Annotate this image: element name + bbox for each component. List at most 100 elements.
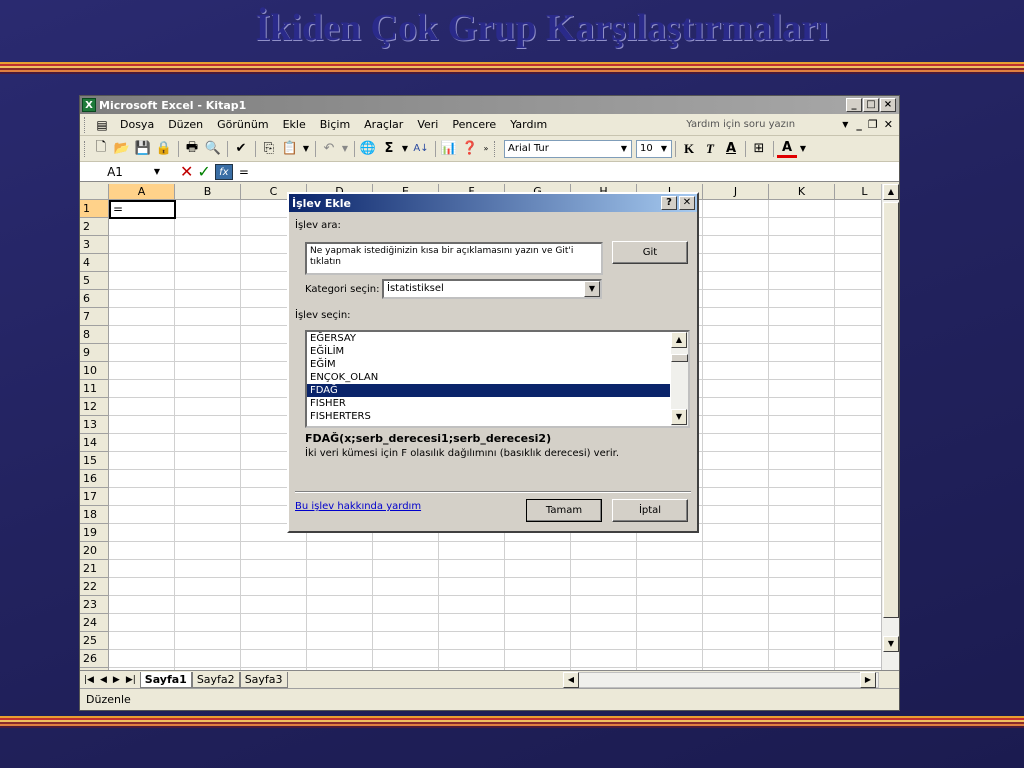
column-header[interactable]: B: [175, 184, 241, 200]
close-button[interactable]: ×: [880, 98, 896, 112]
font-color-button[interactable]: A: [777, 140, 797, 158]
font-size-combo[interactable]: 10 ▼: [636, 139, 672, 158]
copy-icon[interactable]: ⎘: [259, 139, 279, 159]
category-dropdown-icon[interactable]: ▼: [584, 281, 600, 297]
toolbar-options-icon[interactable]: »: [481, 139, 491, 159]
column-header[interactable]: J: [703, 184, 769, 200]
menu-ekle[interactable]: Ekle: [276, 118, 313, 131]
row-header[interactable]: 16: [80, 470, 109, 488]
row-header[interactable]: 18: [80, 506, 109, 524]
next-sheet-icon[interactable]: ▶: [113, 675, 120, 685]
menu-duzen[interactable]: Düzen: [161, 118, 210, 131]
first-sheet-icon[interactable]: |◀: [84, 675, 94, 685]
ok-button[interactable]: Tamam: [526, 499, 602, 522]
chart-wizard-icon[interactable]: 📊: [439, 139, 459, 159]
enter-icon[interactable]: ✓: [197, 162, 210, 181]
column-header[interactable]: K: [769, 184, 835, 200]
dialog-close-button[interactable]: ✕: [679, 196, 695, 210]
scroll-left-icon[interactable]: ◀: [563, 672, 579, 688]
scroll-right-icon[interactable]: ▶: [860, 672, 876, 688]
list-scroll-thumb[interactable]: [671, 354, 688, 362]
row-header[interactable]: 12: [80, 398, 109, 416]
function-item[interactable]: FISHER: [307, 397, 670, 410]
function-item[interactable]: ENÇOK_OLAN: [307, 371, 670, 384]
category-select[interactable]: İstatistiksel ▼: [382, 279, 602, 299]
row-header[interactable]: 20: [80, 542, 109, 560]
vertical-scrollbar[interactable]: ▲ ▼: [881, 184, 899, 670]
row-header[interactable]: 15: [80, 452, 109, 470]
row-header[interactable]: 6: [80, 290, 109, 308]
workbook-icon[interactable]: ▤: [92, 115, 112, 135]
print-icon[interactable]: 🖶: [182, 139, 202, 159]
row-header[interactable]: 5: [80, 272, 109, 290]
dialog-help-button[interactable]: ?: [661, 196, 677, 210]
underline-button[interactable]: A: [721, 139, 741, 159]
permission-icon[interactable]: 🔒: [154, 139, 174, 159]
row-header[interactable]: 19: [80, 524, 109, 542]
hyperlink-icon[interactable]: 🌐: [358, 139, 378, 159]
spelling-icon[interactable]: ✔: [231, 139, 251, 159]
list-scroll-up-icon[interactable]: ▲: [671, 332, 687, 348]
doc-restore-button[interactable]: ❐: [868, 118, 878, 131]
row-header[interactable]: 13: [80, 416, 109, 434]
scroll-up-icon[interactable]: ▲: [883, 184, 899, 200]
menu-gorunum[interactable]: Görünüm: [210, 118, 275, 131]
print-preview-icon[interactable]: 🔍: [203, 139, 223, 159]
format-toolbar-grip[interactable]: [494, 140, 498, 157]
row-header[interactable]: 17: [80, 488, 109, 506]
font-color-dropdown-icon[interactable]: ▼: [798, 139, 808, 159]
last-sheet-icon[interactable]: ▶|: [126, 675, 136, 685]
sheet-tab-sayfa2[interactable]: Sayfa2: [191, 671, 240, 688]
open-icon[interactable]: 📂: [112, 139, 132, 159]
help-icon[interactable]: ❓: [460, 139, 480, 159]
merge-center-icon[interactable]: ⊞: [749, 139, 769, 159]
italic-button[interactable]: T: [700, 139, 720, 159]
font-name-combo[interactable]: Arial Tur ▼: [504, 139, 632, 158]
formula-input[interactable]: =: [239, 165, 249, 179]
sheet-tab-sayfa1[interactable]: Sayfa1: [139, 671, 192, 688]
menu-yardim[interactable]: Yardım: [503, 118, 554, 131]
doc-minimize-button[interactable]: _: [856, 118, 862, 131]
function-search-input[interactable]: Ne yapmak istediğinizin kısa bir açıklam…: [305, 242, 603, 275]
function-item[interactable]: EĞERSAY: [307, 332, 670, 345]
function-help-link[interactable]: Bu işlev hakkında yardım: [295, 501, 421, 512]
name-box-dropdown-icon[interactable]: ▼: [151, 165, 163, 179]
function-list[interactable]: EĞERSAY EĞİLİM EĞİM ENÇOK_OLAN FDAĞ FISH…: [305, 330, 690, 428]
undo-icon[interactable]: ↶: [319, 139, 339, 159]
select-all-corner[interactable]: [80, 184, 109, 200]
function-item[interactable]: EĞİLİM: [307, 345, 670, 358]
function-item[interactable]: FISHERTERS: [307, 410, 670, 423]
sheet-tab-sayfa3[interactable]: Sayfa3: [239, 671, 288, 688]
bold-button[interactable]: K: [679, 139, 699, 159]
row-header[interactable]: 8: [80, 326, 109, 344]
row-header[interactable]: 9: [80, 344, 109, 362]
autosum-icon[interactable]: Σ: [379, 139, 399, 159]
font-dropdown-icon[interactable]: ▼: [618, 142, 630, 156]
row-header[interactable]: 14: [80, 434, 109, 452]
doc-close-button[interactable]: ✕: [884, 118, 893, 131]
undo-dropdown-icon[interactable]: ▼: [340, 139, 350, 159]
row-header[interactable]: 11: [80, 380, 109, 398]
menu-bicim[interactable]: Biçim: [313, 118, 357, 131]
help-search-box[interactable]: Yardım için soru yazın: [682, 116, 842, 134]
toolbar-grip[interactable]: [84, 140, 88, 157]
cancel-button[interactable]: İptal: [612, 499, 688, 522]
scroll-down-icon[interactable]: ▼: [883, 636, 899, 652]
row-header[interactable]: 2: [80, 218, 109, 236]
function-item-selected[interactable]: FDAĞ: [307, 384, 670, 397]
function-list-scrollbar[interactable]: ▲ ▼: [671, 332, 688, 426]
row-header[interactable]: 3: [80, 236, 109, 254]
row-header[interactable]: 10: [80, 362, 109, 380]
help-dropdown-icon[interactable]: ▼: [842, 120, 848, 129]
row-header[interactable]: 25: [80, 632, 109, 650]
name-box[interactable]: A1 ▼: [80, 163, 164, 181]
sort-ascending-icon[interactable]: A↓: [411, 139, 431, 159]
row-header[interactable]: 4: [80, 254, 109, 272]
column-header[interactable]: A: [109, 184, 175, 200]
menu-veri[interactable]: Veri: [410, 118, 445, 131]
row-header[interactable]: 21: [80, 560, 109, 578]
minimize-button[interactable]: _: [846, 98, 862, 112]
prev-sheet-icon[interactable]: ◀: [100, 675, 107, 685]
row-header[interactable]: 1: [80, 200, 109, 218]
save-icon[interactable]: 💾: [133, 139, 153, 159]
